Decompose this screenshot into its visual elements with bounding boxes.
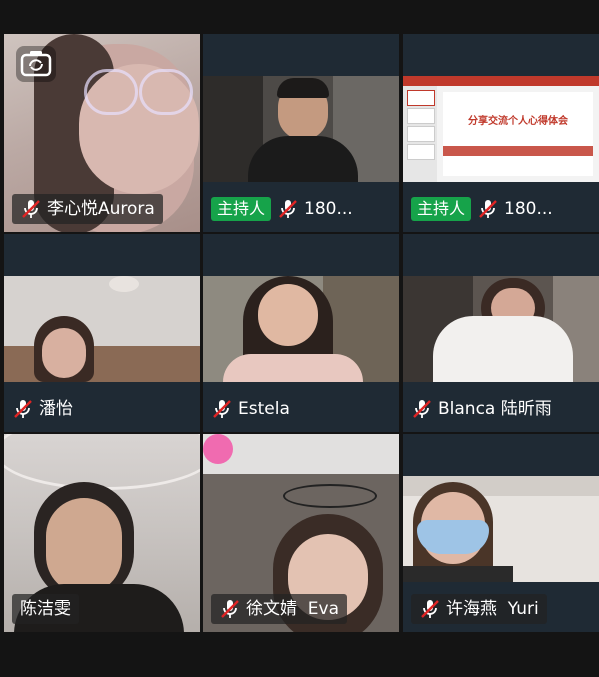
video-grid: 李心悦Aurora 主持人 180... 分享交流个人心得体会 主持人 180.…	[0, 0, 599, 677]
participant-name: 徐文婧 Eva	[246, 599, 340, 619]
video-feed	[203, 76, 399, 182]
participant-label: 李心悦Aurora	[12, 194, 163, 224]
video-feed	[403, 276, 599, 382]
video-tile-8[interactable]: 徐文婧 Eva	[203, 434, 399, 632]
host-badge: 主持人	[411, 197, 472, 221]
video-tile-4[interactable]: 潘怡	[4, 234, 200, 432]
participant-label: Estela	[209, 394, 292, 424]
video-tile-3[interactable]: 分享交流个人心得体会 主持人 180...	[403, 34, 599, 232]
mic-off-icon	[20, 198, 42, 220]
video-tile-7[interactable]: 陈洁雯	[4, 434, 200, 632]
participant-name: 李心悦Aurora	[47, 199, 155, 219]
video-feed	[203, 276, 399, 382]
participant-label: Blanca 陆昕雨	[409, 394, 554, 424]
mic-off-icon	[477, 198, 499, 220]
participant-name: 潘怡	[39, 399, 73, 419]
participant-name: 180...	[304, 199, 353, 219]
mic-off-icon	[277, 198, 299, 220]
slide-title: 分享交流个人心得体会	[468, 116, 568, 127]
host-badge: 主持人	[211, 197, 272, 221]
participant-label: 陈洁雯	[12, 594, 79, 624]
mic-off-icon	[211, 398, 233, 420]
participant-label: 徐文婧 Eva	[211, 594, 348, 624]
participant-name: Estela	[238, 399, 290, 419]
shared-screen: 分享交流个人心得体会	[403, 76, 599, 182]
video-tile-2[interactable]: 主持人 180...	[203, 34, 399, 232]
participant-name: Blanca 陆昕雨	[438, 399, 552, 419]
video-feed	[4, 276, 200, 382]
participant-label: 潘怡	[10, 394, 75, 424]
video-tile-1[interactable]: 李心悦Aurora	[4, 34, 200, 232]
mic-off-icon	[419, 598, 441, 620]
video-tile-6[interactable]: Blanca 陆昕雨	[403, 234, 599, 432]
video-tile-5[interactable]: Estela	[203, 234, 399, 432]
participant-label: 许海燕 Yuri	[411, 594, 547, 624]
mic-off-icon	[219, 598, 241, 620]
mic-off-icon	[12, 398, 34, 420]
video-tile-9[interactable]: 许海燕 Yuri	[403, 434, 599, 632]
video-feed	[403, 476, 599, 582]
participant-name: 陈洁雯	[20, 599, 71, 619]
mic-off-icon	[411, 398, 433, 420]
participant-label: 主持人 180...	[409, 194, 555, 224]
participant-name: 180...	[504, 199, 553, 219]
participant-name: 许海燕 Yuri	[446, 599, 539, 619]
camera-switch-icon[interactable]	[16, 46, 56, 82]
participant-label: 主持人 180...	[209, 194, 355, 224]
